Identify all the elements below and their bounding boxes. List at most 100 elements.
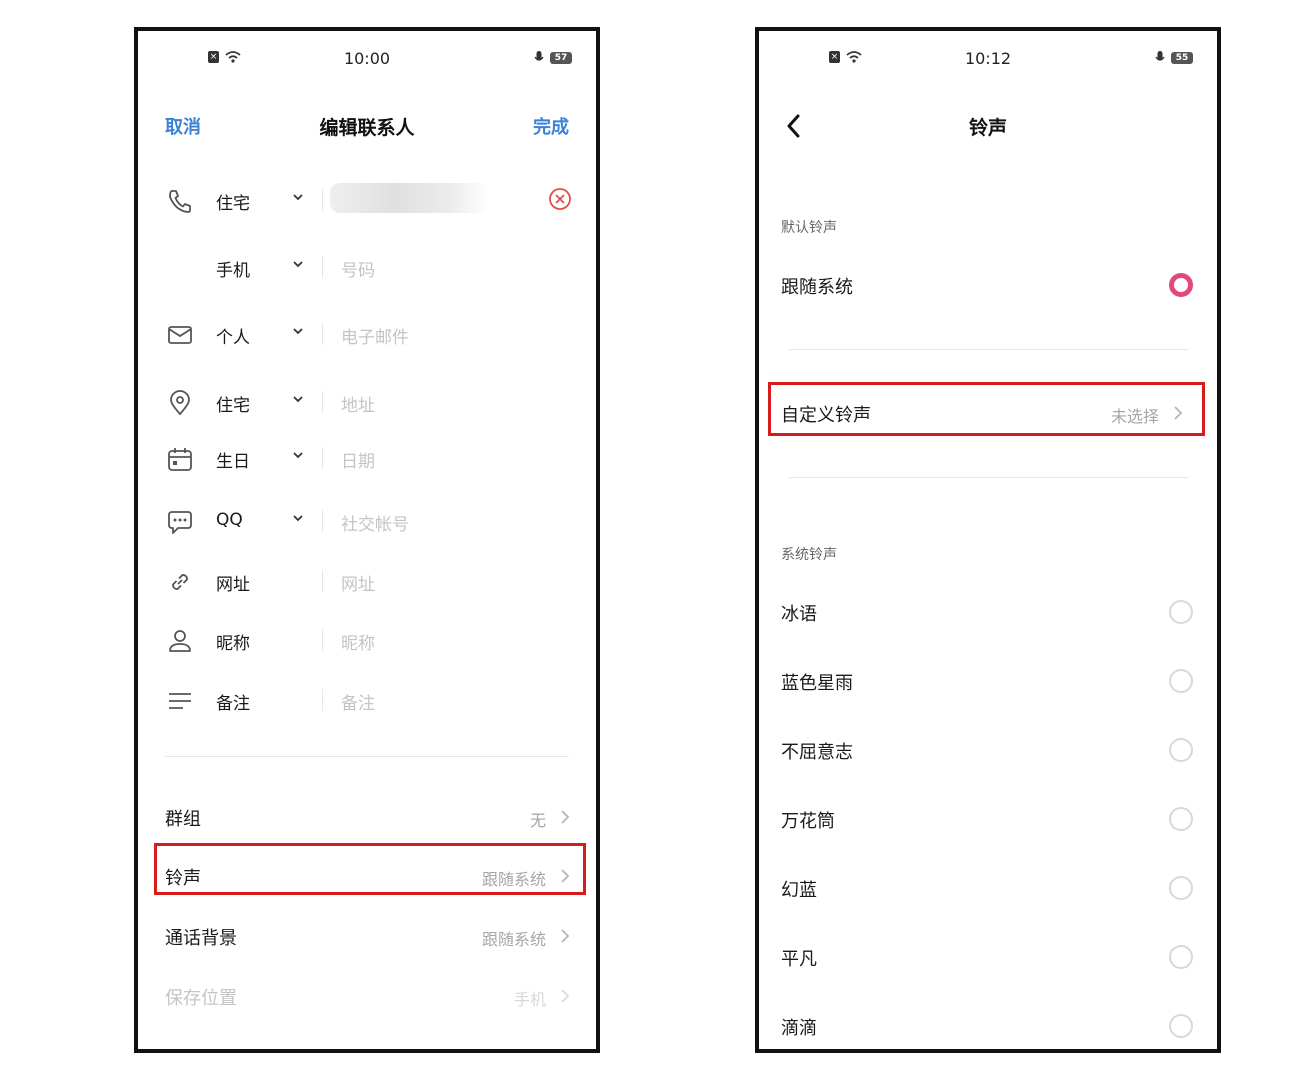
notes-input[interactable]: 备注	[341, 689, 375, 714]
divider	[322, 256, 323, 278]
divider	[322, 570, 323, 592]
divider	[322, 689, 323, 711]
group-row[interactable]: 群组 无	[138, 795, 596, 839]
field-label[interactable]: 生日	[216, 447, 250, 472]
mobile-field-row: 手机 号码	[138, 248, 596, 288]
location-pin-icon	[170, 390, 190, 416]
email-input[interactable]: 电子邮件	[341, 323, 409, 348]
calendar-icon	[168, 448, 192, 471]
radio-unselected[interactable]	[1169, 600, 1193, 624]
ringtone-label: 冰语	[781, 604, 817, 625]
notes-field-row: 备注 备注	[138, 681, 596, 721]
status-time: 10:12	[964, 49, 1012, 68]
chevron-right-icon	[561, 929, 570, 943]
radio-unselected[interactable]	[1169, 876, 1193, 900]
radio-unselected[interactable]	[1169, 1014, 1193, 1038]
chevron-right-icon	[561, 989, 570, 1003]
done-button[interactable]: 完成	[533, 113, 569, 139]
field-label[interactable]: QQ	[216, 510, 243, 530]
chevron-down-icon[interactable]	[292, 449, 304, 461]
ringtone-label: 跟随系统	[781, 277, 853, 298]
phone-number-input[interactable]	[330, 183, 490, 213]
status-bar: × 10:12 55	[759, 49, 1217, 69]
chevron-right-icon	[561, 810, 570, 824]
social-account-input[interactable]: 社交帐号	[341, 510, 409, 535]
radio-selected[interactable]	[1169, 273, 1193, 297]
divider	[789, 477, 1189, 478]
ringtone-item[interactable]: 蓝色星雨	[759, 659, 1217, 703]
address-field-row: 住宅 地址	[138, 383, 596, 423]
chevron-down-icon[interactable]	[292, 191, 304, 203]
microphone-icon	[1155, 51, 1165, 61]
phone-icon	[169, 190, 191, 213]
edit-contact-screen: × 10:00 57 取消 编辑联系人 完成 住宅 手机 号码 个人 电子邮件 …	[134, 27, 600, 1053]
field-label: 网址	[216, 575, 250, 595]
divider	[322, 447, 323, 469]
radio-unselected[interactable]	[1169, 945, 1193, 969]
social-field-row: QQ 社交帐号	[138, 502, 596, 542]
divider	[165, 756, 569, 757]
number-input[interactable]: 号码	[341, 256, 375, 281]
chevron-down-icon[interactable]	[292, 325, 304, 337]
clear-icon[interactable]	[548, 187, 572, 211]
address-input[interactable]: 地址	[341, 391, 375, 416]
field-label[interactable]: 住宅	[216, 391, 250, 416]
chevron-down-icon[interactable]	[292, 393, 304, 405]
chevron-down-icon[interactable]	[292, 512, 304, 524]
ringtone-label: 万花筒	[781, 811, 835, 832]
field-label[interactable]: 手机	[216, 256, 250, 281]
menu-value: 手机	[513, 990, 546, 1009]
nickname-input[interactable]: 昵称	[341, 629, 375, 654]
status-bar: × 10:00 57	[138, 49, 596, 69]
ringtone-label: 不屈意志	[781, 742, 853, 763]
mail-icon	[168, 326, 192, 344]
phone-field-row: 住宅	[138, 181, 596, 221]
email-field-row: 个人 电子邮件	[138, 315, 596, 355]
radio-unselected[interactable]	[1169, 669, 1193, 693]
call-background-row[interactable]: 通话背景 跟随系统	[138, 914, 596, 958]
person-icon	[169, 630, 191, 652]
ringtone-item[interactable]: 幻蓝	[759, 866, 1217, 910]
field-label: 昵称	[216, 634, 250, 654]
nav-bar: 取消 编辑联系人 完成	[138, 113, 596, 143]
link-icon	[172, 574, 188, 590]
page-title: 铃声	[968, 117, 1007, 139]
status-time: 10:00	[343, 49, 391, 68]
nav-bar: 铃声	[759, 113, 1217, 143]
custom-ringtone-highlight-box	[768, 382, 1205, 436]
notes-lines-icon	[169, 693, 191, 709]
ringtone-item[interactable]: 冰语	[759, 590, 1217, 634]
ringtone-item[interactable]: 不屈意志	[759, 728, 1217, 772]
website-field-row: 网址 网址	[138, 562, 596, 602]
nickname-field-row: 昵称 昵称	[138, 621, 596, 661]
ringtone-label: 幻蓝	[781, 880, 817, 901]
field-label[interactable]: 住宅	[216, 189, 250, 214]
chat-bubble-icon	[168, 511, 192, 534]
save-location-row: 保存位置 手机	[138, 974, 596, 1018]
page-title: 编辑联系人	[319, 117, 415, 139]
microphone-icon	[534, 51, 544, 61]
field-label[interactable]: 个人	[216, 323, 250, 348]
radio-unselected[interactable]	[1169, 807, 1193, 831]
divider	[322, 323, 323, 345]
ringtone-item[interactable]: 万花筒	[759, 797, 1217, 841]
battery-icon: 55	[1171, 51, 1193, 64]
divider	[322, 189, 323, 211]
section-title: 系统铃声	[781, 547, 837, 563]
ringtone-item[interactable]: 滴滴	[759, 1004, 1217, 1048]
website-input[interactable]: 网址	[341, 570, 375, 595]
chevron-down-icon[interactable]	[292, 258, 304, 270]
menu-label: 通话背景	[165, 928, 237, 949]
date-input[interactable]: 日期	[341, 447, 375, 472]
battery-icon: 57	[550, 51, 572, 64]
menu-label: 保存位置	[165, 988, 237, 1009]
section-title: 默认铃声	[781, 220, 837, 236]
ringtone-item[interactable]: 平凡	[759, 935, 1217, 979]
ringtone-screen: × 10:12 55 铃声 默认铃声 跟随系统 自定义铃声 未选择 系统铃声 冰…	[755, 27, 1221, 1053]
divider	[322, 629, 323, 651]
menu-value: 跟随系统	[481, 930, 546, 949]
menu-value: 无	[529, 811, 546, 830]
divider	[789, 349, 1189, 350]
follow-system-row[interactable]: 跟随系统	[759, 263, 1217, 307]
radio-unselected[interactable]	[1169, 738, 1193, 762]
